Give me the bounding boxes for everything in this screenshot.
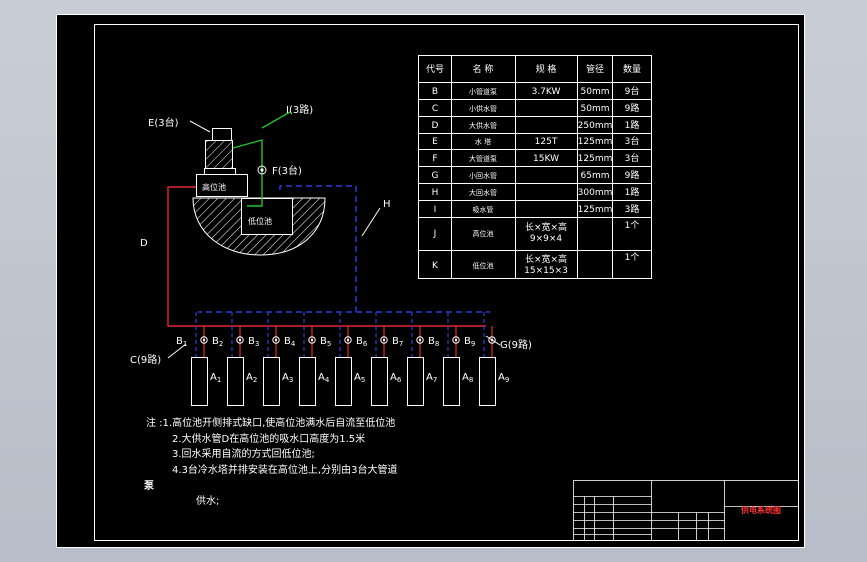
table-cell: 小回水管 — [469, 171, 497, 180]
table-cell: 125mm — [578, 137, 613, 147]
table-cell: C — [432, 104, 438, 114]
table-cell: 300mm — [578, 188, 613, 198]
note-5: 泵 — [144, 480, 155, 492]
table-cell: 大管道泵 — [469, 154, 497, 163]
table-cell: 3路 — [625, 203, 640, 215]
table-cell: D — [432, 121, 439, 131]
table-cell: 吸水管 — [473, 205, 494, 214]
table-cell: 高位池 — [473, 229, 494, 238]
label-F: F(3台) — [272, 164, 302, 177]
table-header-spec: 规 格 — [536, 63, 557, 75]
table-cell: 9路 — [625, 169, 640, 181]
table-header-qty: 数量 — [623, 63, 641, 75]
pump-icon-dot — [238, 338, 242, 342]
table-cell: 长×宽×高 — [525, 253, 567, 265]
table-cell: 3.7KW — [532, 87, 561, 97]
table-header-name: 名 称 — [473, 63, 494, 75]
table-cell: G — [432, 171, 439, 181]
cad-drawing: 代号 名 称 规 格 管径 数量 B 小管道泵 3.7KW 50mm 9台 C 小供水管 50mm 9路 D… — [56, 14, 805, 548]
pump-icon-dot — [346, 338, 350, 342]
label-diwei: 低位池 — [248, 216, 272, 226]
table-cell: 9路 — [625, 102, 640, 114]
table-cell: 125mm — [578, 154, 613, 164]
table-cell: 9台 — [625, 85, 640, 97]
pump-icon-dot — [454, 338, 458, 342]
note-3: 3.回水采用自流的方式回低位池; — [172, 447, 315, 460]
table-cell: I — [434, 205, 437, 215]
table-cell: 50mm — [581, 104, 610, 114]
table-cell: 50mm — [581, 87, 610, 97]
note-2: 2.大供水管D在高位池的吸水口高度为1.5米 — [172, 432, 365, 445]
pump-icon-dot — [382, 338, 386, 342]
label-D: D — [140, 238, 148, 249]
table-cell: 9×9×4 — [530, 234, 563, 244]
tower-body — [205, 140, 233, 169]
label-G: G(9路) — [500, 338, 532, 351]
table-cell: 小管道泵 — [469, 87, 497, 96]
drawing-title: 供电系统图 — [740, 505, 781, 515]
table-header-code: 代号 — [426, 64, 444, 75]
label-I: I(3路) — [286, 103, 313, 116]
table-cell: 65mm — [581, 171, 610, 181]
pump-icon-dot — [274, 338, 278, 342]
table-cell: 水 塔 — [475, 137, 491, 146]
table-cell: 低位池 — [473, 261, 494, 270]
note-4: 4.3台冷水塔并排安装在高位池上,分别由3台大管道 — [172, 463, 397, 476]
table-header-pipe: 管径 — [586, 63, 604, 75]
table-cell: 125T — [535, 137, 558, 147]
pump-icon-dot — [202, 338, 206, 342]
table-cell: 大回水管 — [469, 188, 497, 197]
table-cell: J — [433, 229, 437, 239]
table-cell: 1个 — [625, 220, 640, 231]
label-E: E(3台) — [148, 116, 179, 129]
table-cell: 长×宽×高 — [525, 221, 567, 233]
table-cell: 大供水管 — [469, 121, 497, 130]
table-cell: 1个 — [625, 252, 640, 263]
table-cell: F — [432, 154, 437, 164]
table-cell: 1路 — [625, 186, 640, 198]
pump-icon-dot — [310, 338, 314, 342]
table-cell: 1路 — [625, 119, 640, 131]
note-1: 注 :1.高位池开侧排式缺口,使高位池满水后自流至低位池 — [146, 416, 395, 429]
table-cell: 15×15×3 — [524, 266, 568, 276]
table-cell: 15KW — [533, 154, 559, 164]
table-cell: E — [432, 137, 438, 147]
pump-icon-dot — [418, 338, 422, 342]
label-C: C(9路) — [130, 353, 161, 366]
table-cell: 小供水管 — [469, 104, 497, 113]
table-cell: 3台 — [625, 135, 640, 147]
table-cell: 3台 — [625, 152, 640, 164]
table-cell: 125mm — [578, 205, 613, 215]
label-gaowei: 高位池 — [202, 182, 226, 192]
note-6: 供水; — [196, 494, 219, 507]
label-H: H — [383, 199, 391, 210]
table-cell: B — [432, 87, 438, 97]
table-cell: H — [432, 188, 439, 198]
table-cell: 250mm — [578, 121, 613, 131]
